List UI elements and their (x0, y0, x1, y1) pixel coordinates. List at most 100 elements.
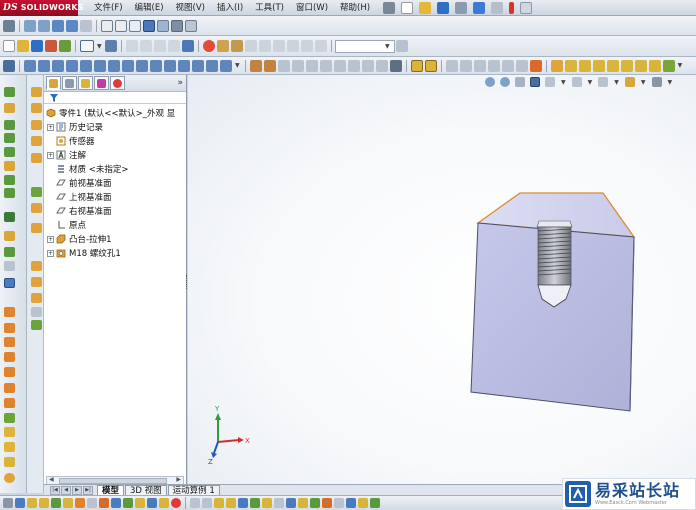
chevron-down-icon[interactable]: ▼ (97, 43, 102, 50)
select-icon[interactable] (80, 40, 94, 52)
menu-file[interactable]: 文件(F) (88, 0, 129, 16)
deform-icon[interactable] (4, 323, 15, 333)
split-icon[interactable] (4, 398, 15, 408)
revision-icon[interactable] (123, 498, 133, 508)
move-copy-icon[interactable] (4, 427, 15, 437)
new-document-icon[interactable] (401, 1, 414, 14)
weld-symbol-icon[interactable] (51, 498, 61, 508)
relations-icon[interactable] (445, 59, 458, 72)
view-orientation-icon[interactable] (545, 77, 555, 87)
configuration-manager-tab[interactable] (78, 76, 93, 90)
section-properties-icon[interactable] (153, 40, 166, 52)
pin-icon[interactable] (383, 1, 396, 14)
spring-icon[interactable] (4, 278, 15, 288)
property-manager-tab[interactable] (62, 76, 77, 90)
settings-icon[interactable] (395, 40, 408, 52)
tree-item-extrude[interactable]: + 凸台-拉伸1 (47, 232, 111, 246)
line-thickness-icon[interactable] (322, 498, 332, 508)
chevron-down-icon[interactable]: ▼ (641, 79, 646, 86)
boundary-icon[interactable] (31, 153, 42, 163)
trim-icon[interactable] (347, 59, 360, 72)
trim-surface-icon[interactable] (31, 320, 42, 330)
line-format-icon[interactable] (298, 498, 308, 508)
datum-icon[interactable] (63, 498, 73, 508)
new-icon[interactable] (3, 40, 15, 52)
office-products-icon[interactable] (648, 59, 661, 72)
pattern-icon[interactable] (4, 147, 15, 157)
more-tools-icon[interactable] (4, 457, 15, 467)
curve-tool-icon[interactable] (4, 231, 15, 241)
save-file-icon[interactable] (31, 40, 43, 52)
table-icon[interactable] (147, 498, 157, 508)
chain-dimension-icon[interactable] (214, 498, 224, 508)
wrap-icon[interactable] (4, 367, 15, 377)
realview-icon[interactable] (300, 40, 313, 52)
tree-item-sensors[interactable]: 传感器 (56, 134, 95, 148)
sheet-metal-icon[interactable] (564, 59, 577, 72)
linear-pattern-icon[interactable] (192, 59, 204, 72)
reference-geometry-icon[interactable] (410, 59, 423, 72)
cut-icon[interactable] (4, 120, 15, 130)
open-icon[interactable] (419, 1, 432, 14)
rebuild-icon[interactable] (509, 1, 515, 14)
fill-icon[interactable] (31, 223, 42, 233)
dimension-icon[interactable] (190, 498, 200, 508)
check-mark-icon[interactable] (662, 59, 675, 72)
loft-icon[interactable] (31, 136, 42, 146)
tree-item-history[interactable]: + 历史记录 (47, 120, 103, 134)
hide-edge-icon[interactable] (346, 498, 356, 508)
delete-body-icon[interactable] (4, 442, 15, 452)
tree-root-part[interactable]: 零件1 (默认<<默认>_外观 显 (46, 106, 175, 120)
color-display-icon[interactable] (358, 498, 368, 508)
pan-icon[interactable] (66, 19, 78, 32)
scene-icon[interactable] (244, 40, 257, 52)
freeform-icon[interactable] (4, 307, 15, 317)
options-icon[interactable] (520, 1, 533, 14)
surfaces-icon[interactable] (592, 59, 605, 72)
geometric-tolerance-icon[interactable] (75, 498, 85, 508)
open-file-icon[interactable] (17, 40, 29, 52)
section-view-icon[interactable] (530, 77, 540, 87)
menu-help[interactable]: 帮助(H) (334, 0, 376, 16)
mass-properties-icon[interactable] (139, 40, 152, 52)
swept-boss-icon[interactable] (52, 59, 64, 72)
tree-item-origin[interactable]: 原点 (56, 218, 86, 232)
layer-icon[interactable] (286, 498, 296, 508)
section-view-icon[interactable] (171, 19, 183, 32)
menu-edit[interactable]: 编辑(E) (129, 0, 170, 16)
chevron-down-icon[interactable]: ▼ (588, 79, 593, 86)
area-hatch-icon[interactable] (99, 498, 109, 508)
tab-motion-study[interactable]: 运动算例 1 (167, 485, 220, 496)
repair-sketch-icon[interactable] (501, 59, 514, 72)
dome-icon[interactable] (220, 59, 232, 72)
display-manager-tab[interactable] (110, 76, 125, 90)
grid-icon[interactable] (459, 59, 472, 72)
note-icon[interactable] (15, 498, 25, 508)
smart-dimension-icon[interactable] (263, 59, 276, 72)
scroll-left-icon[interactable]: ◀ (49, 476, 54, 483)
mold-tools-icon[interactable] (550, 59, 563, 72)
knit-icon[interactable] (31, 203, 42, 213)
convert-entities-icon[interactable] (375, 59, 388, 72)
fillet-tool-icon[interactable] (4, 161, 15, 171)
tree-item-threaded-hole[interactable]: + M18 螺纹孔1 (47, 246, 121, 260)
dimxpert-toolbar-icon[interactable] (620, 59, 633, 72)
zoom-to-area-icon[interactable] (500, 77, 510, 87)
abc-spell-icon[interactable] (3, 498, 13, 508)
shaded-with-edges-icon[interactable] (143, 19, 155, 32)
last-tab-icon[interactable]: ▶| (83, 486, 93, 495)
solidworks-logo[interactable]: DS SOLIDWORKS (0, 0, 84, 16)
flex-icon[interactable] (4, 337, 15, 347)
ordinate-icon[interactable] (238, 498, 248, 508)
revolved-boss-icon[interactable] (38, 59, 50, 72)
extend-surface-icon[interactable] (31, 307, 42, 317)
line-style-icon[interactable] (334, 498, 344, 508)
menu-insert[interactable]: 插入(I) (211, 0, 249, 16)
expand-icon[interactable]: + (47, 235, 54, 243)
appearance-icon[interactable] (202, 40, 215, 52)
angle-icon[interactable] (202, 498, 212, 508)
menu-window[interactable]: 窗口(W) (290, 0, 334, 16)
sketch-entity-icon[interactable] (4, 87, 15, 97)
combine-icon[interactable] (4, 413, 15, 423)
balloon-icon[interactable] (27, 498, 37, 508)
